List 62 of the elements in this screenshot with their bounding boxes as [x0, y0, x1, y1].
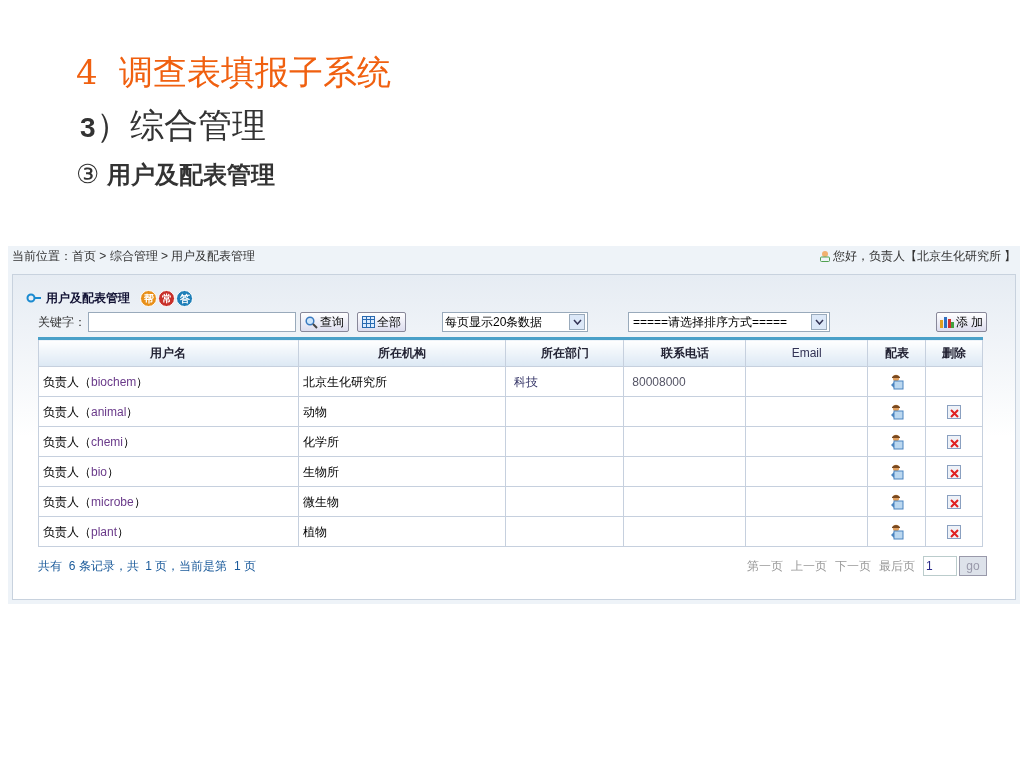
table-cell: 北京生化研究所	[298, 366, 506, 397]
add-button[interactable]: 添 加	[935, 312, 987, 332]
user-form-icon[interactable]	[889, 524, 904, 541]
table-cell: 微生物	[298, 486, 506, 517]
section-title: ）综合管理	[95, 104, 266, 147]
caret-icon	[814, 319, 824, 325]
table-cell: 化学所	[298, 426, 506, 457]
delete-icon[interactable]	[947, 495, 961, 510]
table-cell: 动物	[298, 396, 506, 427]
search-icon	[305, 315, 318, 329]
record-summary: 共有 6 条记录，共 1 页，当前是第 1 页	[38, 558, 257, 575]
table-icon	[362, 316, 375, 328]
delete-icon[interactable]	[947, 405, 961, 420]
pager-link[interactable]: 第一页	[747, 557, 783, 575]
column-header: 联系电话	[623, 338, 746, 367]
user-icon	[818, 250, 831, 262]
user-name-cell: 负责人（chemi）	[38, 426, 299, 457]
column-header: Email	[745, 338, 868, 367]
section-number: 3	[80, 111, 96, 145]
help-badge[interactable]: 答	[176, 289, 193, 307]
breadcrumb: 当前位置：首页 > 综合管理 > 用户及配表管理	[12, 248, 256, 265]
keyword-field[interactable]	[88, 312, 296, 332]
greeting: 您好，负责人【北京生化研究所 】	[832, 248, 1016, 265]
user-form-icon[interactable]	[889, 434, 904, 451]
pager-link[interactable]: 最后页	[879, 557, 915, 575]
column-header: 所在部门	[505, 338, 624, 367]
panel-title: 用户及配表管理	[46, 290, 130, 307]
table-cell: 植物	[298, 516, 506, 547]
circled-number: ③	[76, 158, 99, 191]
pager-link[interactable]: 下一页	[835, 557, 871, 575]
user-name-cell: 负责人（bio）	[38, 456, 299, 487]
user-name-cell: 负责人（biochem）	[38, 366, 299, 397]
column-header: 配表	[867, 338, 926, 367]
delete-icon[interactable]	[947, 435, 961, 450]
user-name-cell: 负责人（plant）	[38, 516, 299, 547]
user-name-cell: 负责人（animal）	[38, 396, 299, 427]
delete-icon[interactable]	[947, 465, 961, 480]
slide-title: 4 调查表填报子系统	[76, 51, 393, 94]
phone-text: 80008000	[632, 374, 686, 389]
department-text: 科技	[514, 374, 539, 389]
column-header: 用户名	[38, 338, 299, 367]
column-header: 删除	[925, 338, 983, 367]
search-button[interactable]: 查询	[300, 312, 349, 332]
page-field[interactable]: 1	[923, 556, 957, 576]
column-header: 所在机构	[298, 338, 506, 367]
user-form-icon[interactable]	[889, 404, 904, 421]
user-form-icon[interactable]	[889, 494, 904, 511]
help-badge[interactable]: 常	[158, 289, 175, 307]
table-cell: 生物所	[298, 456, 506, 487]
caret-icon	[572, 319, 582, 325]
subsection-title: 用户及配表管理	[107, 159, 275, 190]
user-name-cell: 负责人（microbe）	[38, 486, 299, 517]
user-form-icon[interactable]	[889, 374, 904, 391]
bar-chart-icon	[939, 316, 954, 328]
show-all-button[interactable]: 全部	[357, 312, 406, 332]
key-icon	[26, 293, 42, 303]
delete-icon[interactable]	[947, 525, 961, 540]
sort-select[interactable]: =====请选择排序方式=====	[628, 312, 830, 332]
page-size-select[interactable]: 每页显示20条数据	[442, 312, 588, 332]
keyword-label: 关键字：	[38, 314, 86, 331]
pager-link[interactable]: 上一页	[791, 557, 827, 575]
user-form-icon[interactable]	[889, 464, 904, 481]
